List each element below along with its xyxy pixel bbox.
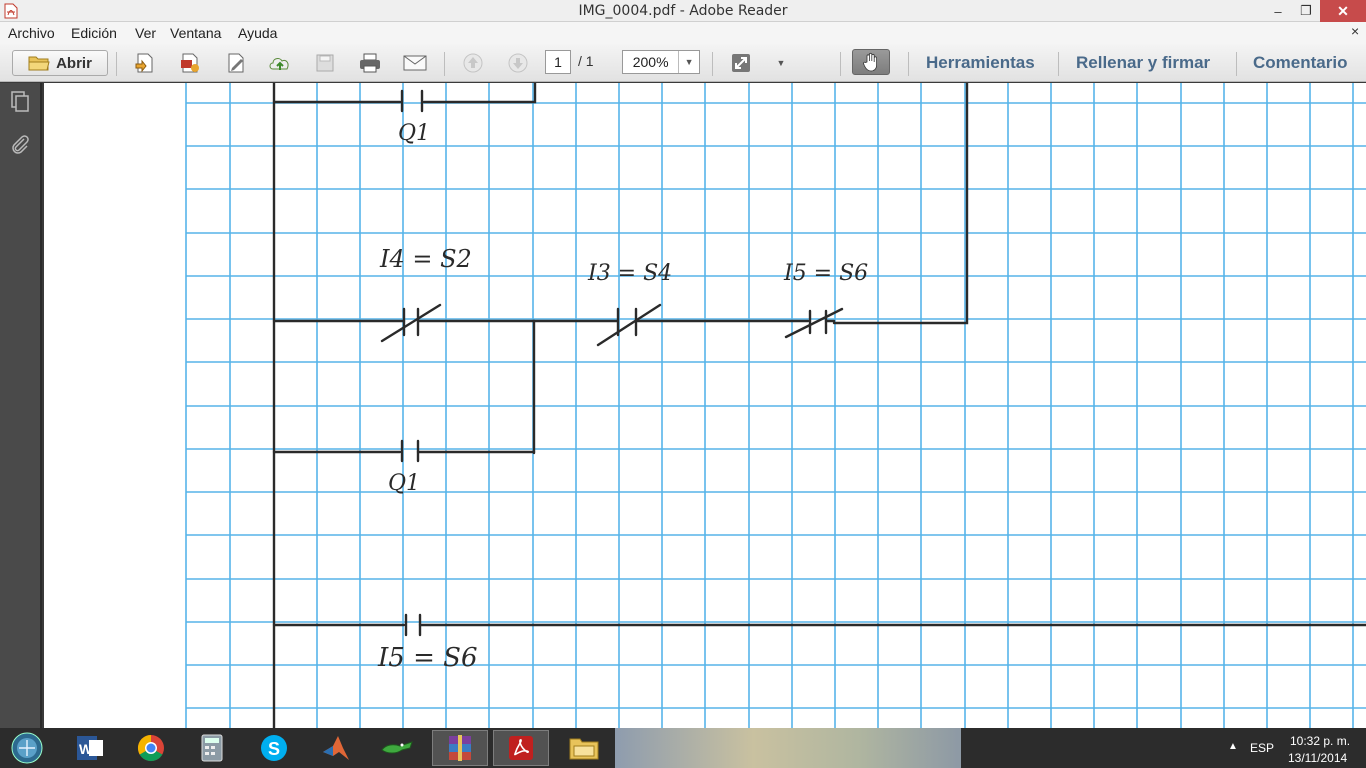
menu-ayuda[interactable]: Ayuda — [238, 25, 277, 41]
envelope-icon — [403, 55, 427, 71]
chevron-down-icon[interactable]: ▼ — [678, 51, 699, 73]
zoom-select[interactable]: 200% ▼ — [622, 50, 700, 74]
open-button[interactable]: Abrir — [12, 50, 108, 76]
toolbar-separator — [1236, 52, 1237, 76]
svg-text:S: S — [268, 739, 280, 759]
printer-icon — [360, 53, 380, 73]
page-total: / 1 — [578, 53, 594, 69]
close-document-button[interactable]: × — [1351, 23, 1359, 39]
toolbar-separator — [1058, 52, 1059, 76]
menu-edicion[interactable]: Edición — [71, 25, 117, 41]
folder-icon — [28, 56, 50, 71]
menu-ventana[interactable]: Ventana — [170, 25, 221, 41]
document-view[interactable]: Q1 I4 = S2 I3 = S4 I5 = S6 Q1 I5 = S6 — [44, 83, 1366, 728]
toolbar-separator — [444, 52, 445, 76]
wallpaper-preview — [615, 728, 961, 768]
taskbar-crocodile-app[interactable] — [369, 730, 425, 766]
chrome-icon — [137, 734, 164, 762]
export-pdf-button[interactable] — [177, 50, 203, 76]
menu-archivo[interactable]: Archivo — [8, 25, 55, 41]
label-q1-top: Q1 — [398, 121, 431, 146]
hand-tool-button[interactable] — [852, 49, 890, 75]
graph-paper-page — [44, 83, 1366, 728]
minimize-button[interactable]: – — [1264, 0, 1292, 22]
taskbar-adobe-reader[interactable] — [493, 730, 549, 766]
create-pdf-button[interactable] — [132, 50, 158, 76]
grid-lines — [185, 83, 1366, 728]
tab-rellenar-firmar[interactable]: Rellenar y firmar — [1076, 53, 1210, 73]
label-i5-s6-bottom: I5 = S6 — [378, 643, 478, 673]
label-i4-s2: I4 = S2 — [380, 245, 472, 273]
taskbar-calculator[interactable] — [184, 730, 240, 766]
save-button[interactable] — [313, 50, 337, 76]
calculator-icon — [201, 734, 223, 762]
adobe-reader-icon — [509, 736, 533, 760]
taskbar-chrome[interactable] — [123, 730, 179, 766]
next-page-button[interactable] — [505, 50, 531, 76]
taskbar: W S ▲ ESP 10:32 p. m. 13/11/2014 — [0, 728, 1366, 768]
tab-comentario[interactable]: Comentario — [1253, 53, 1347, 73]
arrow-down-icon — [508, 53, 528, 73]
edit-pdf-button[interactable] — [223, 50, 249, 76]
paperclip-icon[interactable] — [9, 133, 31, 155]
navigation-panel — [0, 83, 42, 728]
skype-icon: S — [261, 735, 287, 761]
window-title: IMG_0004.pdf - Adobe Reader — [578, 3, 788, 19]
edit-document-icon — [228, 53, 244, 73]
menu-bar: Archivo Edición Ver Ventana Ayuda × — [0, 22, 1366, 44]
email-button[interactable] — [401, 50, 429, 76]
language-indicator[interactable]: ESP — [1250, 741, 1274, 755]
tab-herramientas[interactable]: Herramientas — [926, 53, 1035, 73]
label-i5-s6-mid: I5 = S6 — [784, 261, 869, 286]
upload-button[interactable] — [267, 50, 293, 76]
winrar-icon — [449, 735, 471, 761]
open-button-label: Abrir — [56, 54, 92, 72]
folder-icon — [569, 738, 599, 760]
label-i3-s4: I3 = S4 — [588, 261, 673, 286]
fit-page-button[interactable] — [727, 50, 755, 76]
svg-text:W: W — [79, 741, 93, 757]
cloud-upload-icon — [269, 58, 289, 70]
label-q1-bottom: Q1 — [388, 471, 421, 496]
page-number-input[interactable]: 1 — [545, 50, 571, 74]
word-icon: W — [77, 736, 103, 760]
taskbar-file-explorer[interactable] — [556, 730, 612, 766]
matlab-icon — [323, 736, 349, 760]
hand-icon — [863, 52, 877, 72]
toolbar-separator — [840, 52, 841, 76]
previous-page-button[interactable] — [460, 50, 486, 76]
toolbar-separator — [712, 52, 713, 76]
crocodile-icon — [381, 741, 413, 754]
menu-ver[interactable]: Ver — [135, 25, 156, 41]
close-button[interactable]: ✕ — [1320, 0, 1366, 22]
tray-overflow-button[interactable]: ▲ — [1228, 741, 1238, 752]
pdf-export-icon — [181, 53, 199, 73]
toolbar-options-dropdown[interactable]: ▼ — [773, 50, 789, 76]
toolbar-separator — [908, 52, 909, 76]
taskbar-matlab[interactable] — [308, 730, 364, 766]
clock-date[interactable]: 13/11/2014 — [1288, 751, 1347, 765]
zoom-value: 200% — [632, 54, 669, 70]
expand-icon — [732, 54, 750, 72]
save-icon — [316, 54, 334, 72]
pages-icon[interactable] — [9, 90, 31, 112]
taskbar-winrar[interactable] — [432, 730, 488, 766]
title-bar: IMG_0004.pdf - Adobe Reader – ❐ ✕ — [0, 0, 1366, 22]
toolbar-separator — [116, 52, 117, 76]
taskbar-skype[interactable]: S — [246, 730, 302, 766]
taskbar-word[interactable]: W — [62, 730, 118, 766]
arrow-up-icon — [463, 53, 483, 73]
maximize-button[interactable]: ❐ — [1292, 0, 1320, 22]
print-button[interactable] — [356, 50, 384, 76]
start-orb-icon — [11, 732, 43, 764]
create-pdf-icon — [135, 53, 153, 73]
clock-time[interactable]: 10:32 p. m. — [1290, 734, 1350, 748]
start-button[interactable] — [0, 730, 54, 766]
